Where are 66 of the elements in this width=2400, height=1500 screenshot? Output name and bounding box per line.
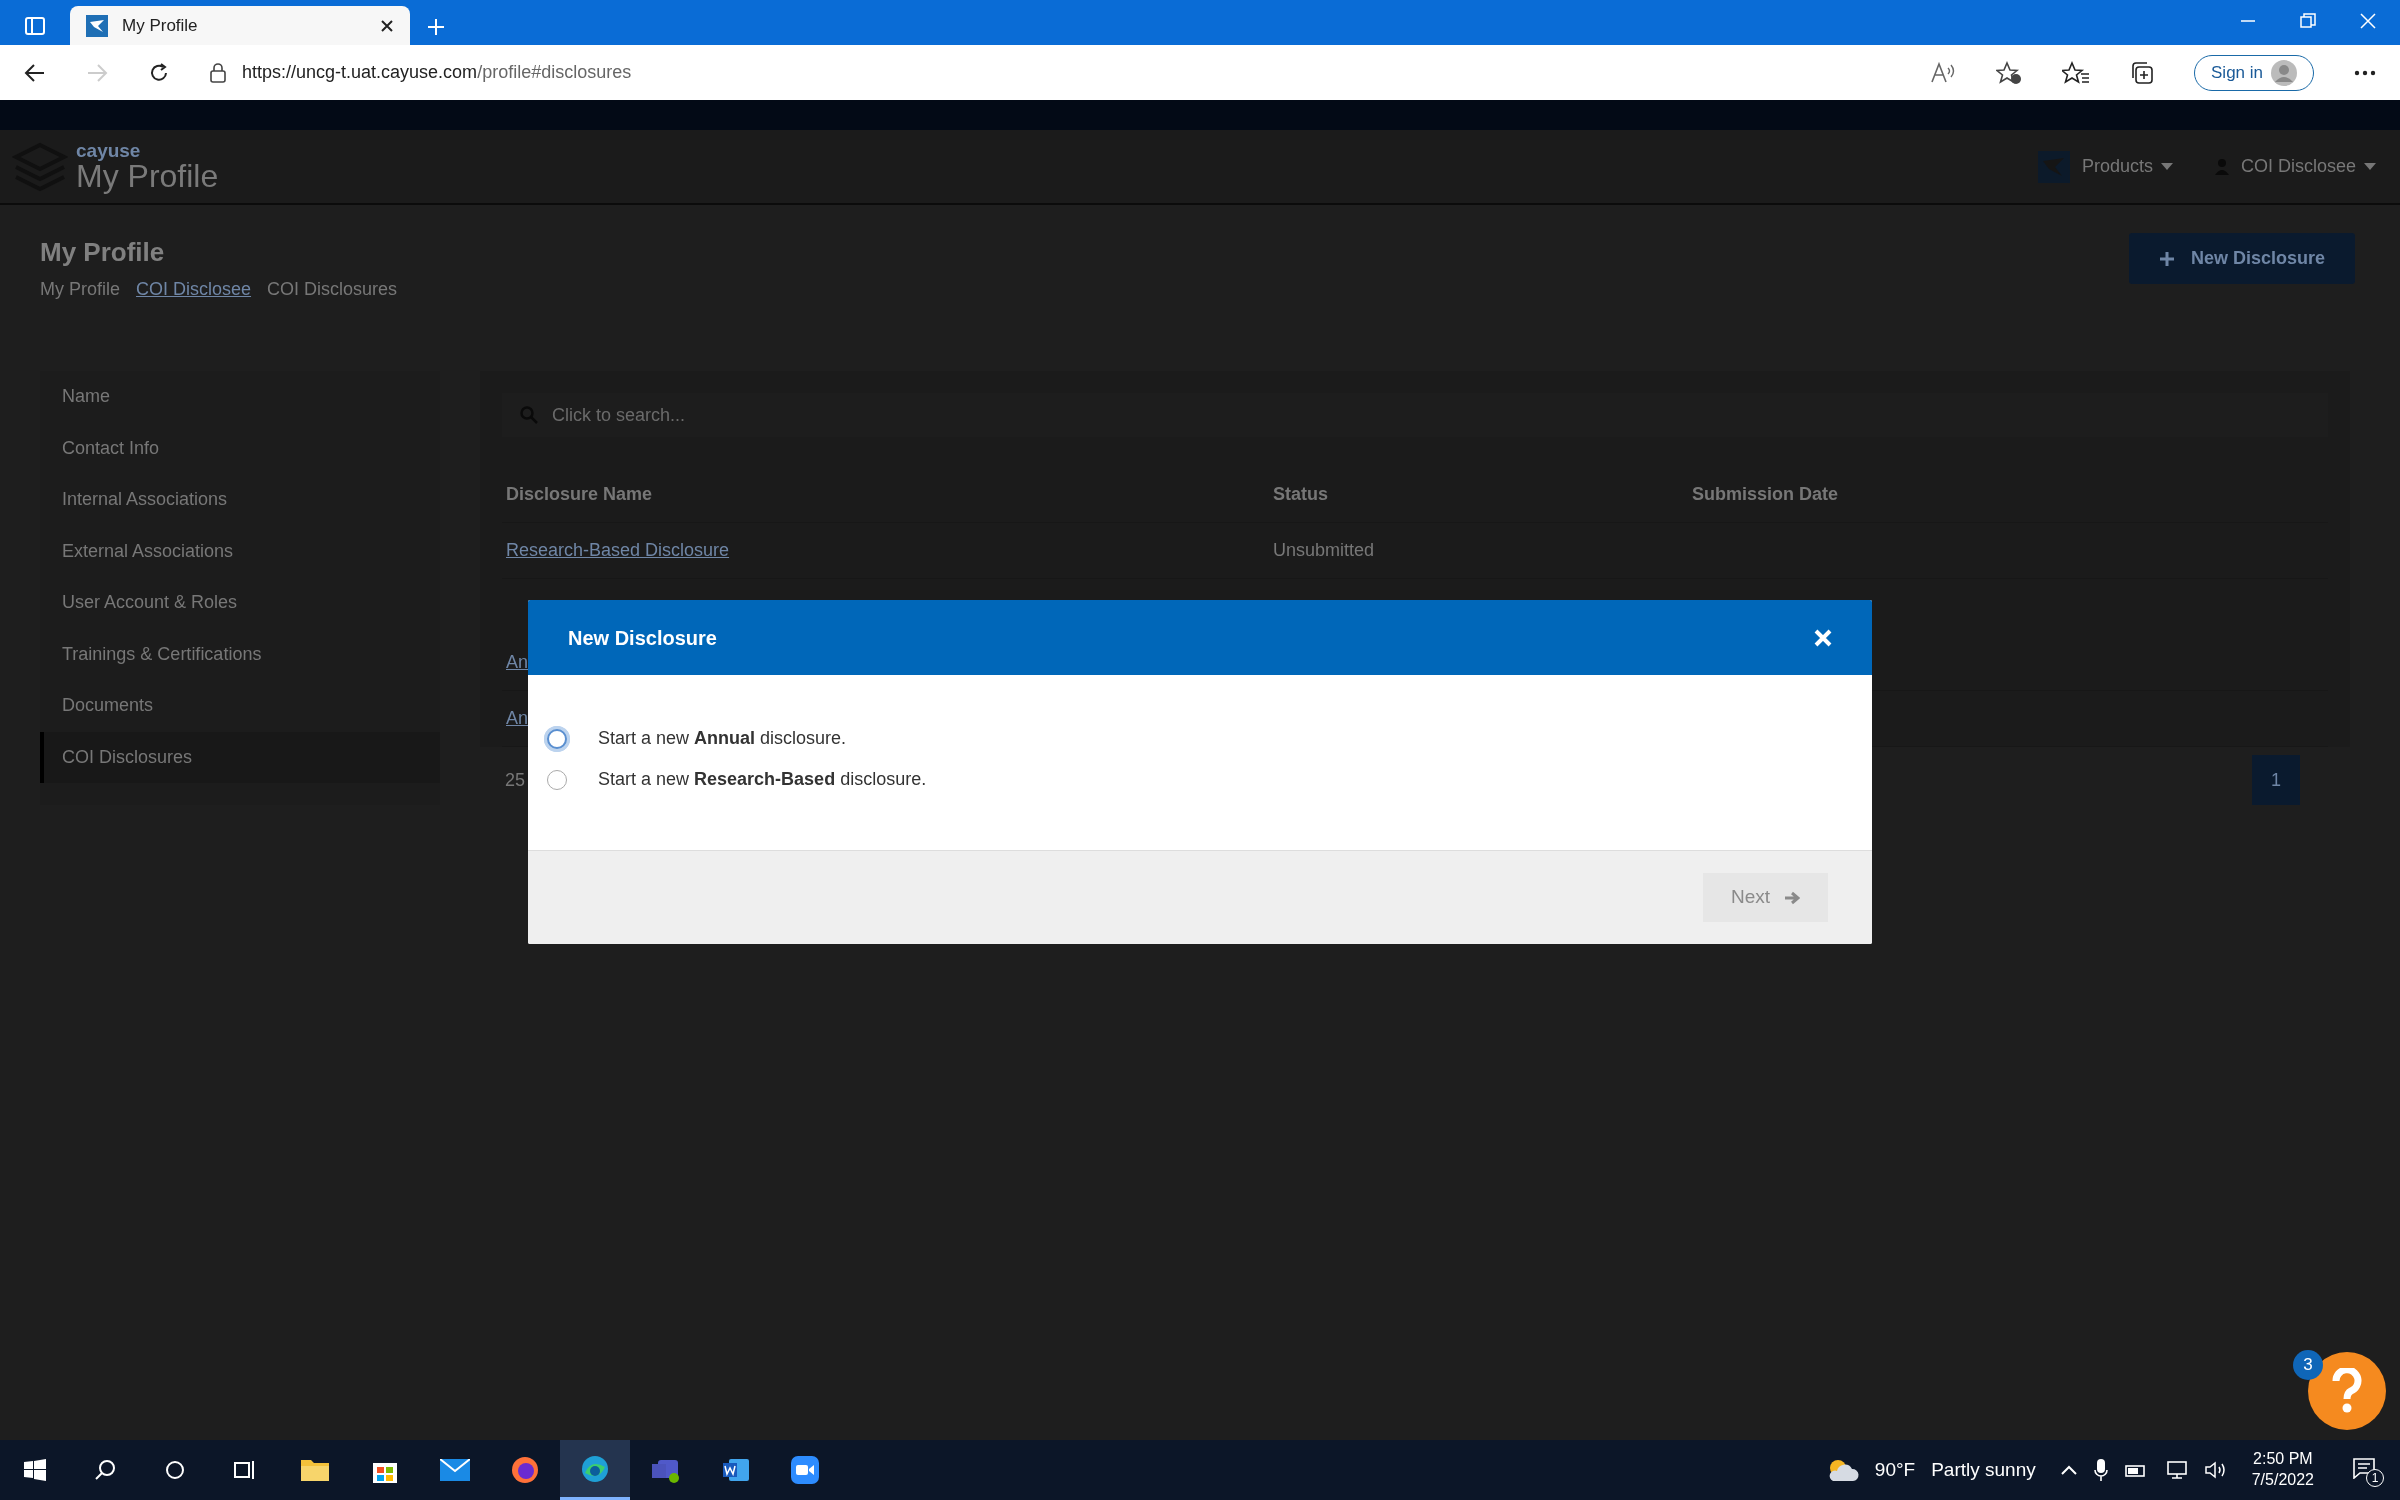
sidebar-item[interactable]: User Account & Roles <box>40 577 440 629</box>
option-label[interactable]: Start a new Research-Based disclosure. <box>598 766 927 793</box>
tab-actions-icon[interactable] <box>24 15 46 37</box>
chevron-up-icon[interactable] <box>2059 1464 2078 1476</box>
close-tab-icon[interactable] <box>380 18 394 33</box>
more-options-icon[interactable] <box>2354 69 2376 76</box>
column-header: Status <box>1273 483 1329 506</box>
sidebar-item[interactable]: Name <box>40 371 440 423</box>
page-title: My Profile <box>40 236 166 269</box>
option-label[interactable]: Start a new Annual disclosure. <box>598 725 847 752</box>
status-cell-text: Unsubmitted <box>1273 539 1376 562</box>
microphone-icon[interactable] <box>2093 1458 2108 1482</box>
sidebar-item[interactable]: Documents <box>40 680 440 732</box>
new-disclosure-button[interactable]: New Disclosure <box>2128 233 2355 284</box>
disclosure-link[interactable]: Research-Based Disclosure <box>502 537 730 564</box>
close-icon[interactable] <box>1814 628 1832 647</box>
question-mark-icon <box>2332 1368 2362 1414</box>
restore-icon[interactable] <box>2300 13 2316 29</box>
url-path: /profile#disclosures <box>477 62 632 82</box>
arrow-right-icon <box>1784 890 1800 905</box>
edge-browser-icon[interactable] <box>560 1440 630 1500</box>
avatar-icon <box>2271 59 2297 86</box>
dialog-title: New Disclosure <box>568 625 717 651</box>
caret-icon <box>2160 162 2173 171</box>
sidebar-item[interactable]: COI Disclosures <box>40 731 440 783</box>
user-menu[interactable]: COI Disclosee <box>2228 147 2388 186</box>
tab-title: My Profile <box>122 14 199 37</box>
favorites-icon[interactable] <box>2062 60 2090 85</box>
column-header: Disclosure Name <box>505 483 654 506</box>
products-menu[interactable]: Products <box>2069 147 2185 186</box>
sidebar-item[interactable]: Trainings & Certifications <box>40 628 440 680</box>
new-tab-icon[interactable] <box>426 17 446 37</box>
caret-icon <box>2364 162 2376 171</box>
temperature[interactable]: 90°F <box>1874 1455 1916 1485</box>
url-host: https://uncg-t.uat.cayuse.com <box>242 62 478 82</box>
speaker-icon[interactable] <box>2203 1460 2228 1480</box>
brand-name: cayuse <box>76 141 142 160</box>
lock-icon <box>210 62 226 83</box>
column-header: Submission Date <box>1692 483 1840 506</box>
page-size[interactable]: 25 <box>505 766 526 794</box>
sidebar-item[interactable]: Internal Associations <box>40 474 440 526</box>
weather-text[interactable]: Partly sunny <box>1931 1455 2036 1485</box>
breadcrumb-item: COI Disclosures <box>267 278 398 301</box>
close-window-icon[interactable] <box>2360 13 2376 29</box>
sidebar-item[interactable]: External Associations <box>40 525 440 577</box>
plus-icon <box>2158 250 2175 267</box>
read-aloud-icon[interactable] <box>1930 61 1956 84</box>
search-placeholder: Click to search... <box>552 403 686 427</box>
clock-date[interactable]: 7/5/2022 <box>2251 1470 2314 1491</box>
notification-badge: 3 <box>2293 1350 2323 1380</box>
app-title: My Profile <box>76 160 219 192</box>
breadcrumb-item: My Profile <box>40 278 120 301</box>
page-button[interactable]: 1 <box>2252 755 2300 805</box>
back-arrow-icon[interactable] <box>24 61 46 84</box>
clock-time[interactable]: 2:50 PM <box>2253 1449 2313 1470</box>
disclosure-link[interactable]: An <box>502 649 529 676</box>
radio-button[interactable] <box>547 769 567 790</box>
add-favorite-icon[interactable] <box>1996 60 2022 85</box>
breadcrumb-link[interactable]: COI Disclosee <box>136 276 252 303</box>
collections-icon[interactable] <box>2130 60 2154 85</box>
sidebar-item[interactable]: Contact Info <box>40 422 440 474</box>
address-bar[interactable]: https://uncg-t.uat.cayuse.com/profile#disclosures <box>210 59 1890 86</box>
site-favicon-icon <box>86 14 108 37</box>
refresh-icon[interactable] <box>148 61 170 84</box>
disclosure-link[interactable]: An <box>502 705 529 732</box>
browser-tab[interactable]: My Profile <box>70 6 410 45</box>
